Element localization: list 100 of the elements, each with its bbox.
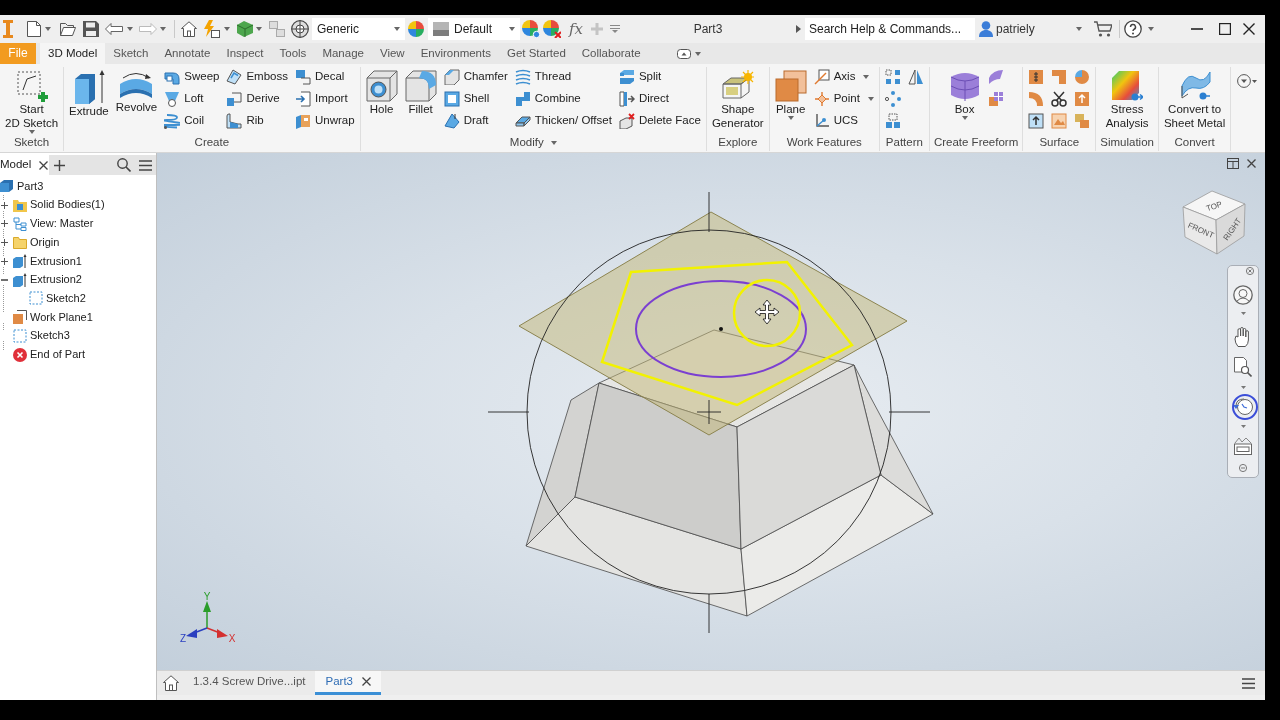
close-icon[interactable] [1247, 159, 1256, 168]
menu-icon[interactable] [1242, 677, 1255, 689]
collapse-icon[interactable] [1, 278, 8, 281]
point-button[interactable]: Point [812, 89, 875, 109]
hole-button[interactable]: Hole [364, 67, 399, 116]
stacked-tiles-icon[interactable] [1074, 113, 1091, 129]
loft-button[interactable]: Loft [163, 89, 221, 109]
caret-icon[interactable] [1240, 312, 1246, 315]
expand-arrow-icon[interactable] [796, 25, 801, 33]
start-sketch-button[interactable]: Start 2D Sketch [4, 67, 60, 134]
thicken-offset-button[interactable]: Thicken/ Offset [513, 111, 613, 131]
decal-button[interactable]: Decal [294, 67, 356, 87]
thread-button[interactable]: Thread [513, 67, 613, 87]
caret-icon[interactable] [1148, 27, 1154, 31]
search-icon[interactable] [117, 158, 131, 172]
panel-toggle-icon[interactable] [676, 48, 691, 59]
mirror-triangles-icon[interactable] [907, 69, 924, 85]
menu-icon[interactable] [139, 159, 152, 171]
derive-button[interactable]: Derive [225, 89, 289, 109]
tree-item[interactable]: Origin [0, 233, 156, 252]
caret-icon[interactable] [45, 27, 51, 31]
caret-icon[interactable] [160, 27, 166, 31]
color-wheel-pin-icon[interactable] [522, 20, 540, 38]
convert-to-sheet-metal-button[interactable]: Convert to Sheet Metal [1162, 67, 1227, 130]
ribbon-tab[interactable]: Tools [271, 43, 315, 64]
coil-button[interactable]: Coil [163, 111, 221, 131]
image-tile-icon[interactable] [1051, 113, 1068, 129]
circle-pattern-icon[interactable] [884, 91, 901, 107]
collapse-icon[interactable] [1239, 464, 1247, 472]
dropdown-circle-icon[interactable] [1237, 74, 1258, 88]
caret-icon[interactable] [1076, 27, 1082, 31]
emboss-button[interactable]: Emboss [225, 67, 289, 87]
ribbon-tab[interactable]: Sketch [105, 43, 157, 64]
tree-item[interactable]: Work Plane1 [0, 307, 156, 327]
document-tab[interactable]: 1.3.4 Screw Drive...ipt [183, 671, 316, 695]
up-arrow-tile-icon[interactable] [1074, 91, 1091, 107]
rib-button[interactable]: Rib [225, 111, 289, 131]
view-cube[interactable] [1182, 190, 1246, 255]
fillet-button[interactable]: Fillet [403, 67, 438, 116]
orbit-icon[interactable] [1233, 397, 1253, 415]
pie-tile-icon[interactable] [1074, 69, 1091, 85]
ribbon-tab[interactable]: Collaborate [573, 43, 649, 64]
extrude-button[interactable]: Extrude [68, 67, 110, 118]
expand-icon[interactable] [1, 238, 8, 246]
shape-generator-button[interactable]: Shape Generator [710, 67, 765, 130]
cart-icon[interactable] [1094, 21, 1112, 37]
material-dropdown[interactable]: Generic [312, 18, 405, 40]
plane-button[interactable]: Plane [773, 67, 808, 120]
direct-button[interactable]: Direct [617, 89, 702, 109]
customize-icon[interactable] [610, 25, 620, 33]
appearance-dropdown[interactable]: Default [428, 18, 520, 40]
split-button[interactable]: Split [617, 67, 702, 87]
search-field[interactable]: Search Help & Commands... [805, 18, 975, 40]
pan-hand-icon[interactable] [1234, 327, 1252, 347]
steering-wheel-icon[interactable] [1233, 285, 1253, 305]
combine-button[interactable]: Combine [513, 89, 613, 109]
split-window-icon[interactable] [1227, 158, 1239, 169]
corner-tile-icon[interactable] [1051, 69, 1068, 85]
tree-item[interactable]: Part3 [0, 177, 156, 196]
close-icon[interactable] [1243, 23, 1255, 35]
tree-item[interactable]: Solid Bodies(1) [0, 195, 156, 215]
scissors-icon[interactable] [1051, 91, 1068, 107]
home-icon[interactable] [163, 675, 179, 691]
tree-item[interactable]: End of Part [0, 345, 156, 364]
ribbon-tab[interactable]: Manage [314, 43, 372, 64]
tree-item[interactable]: View: Master [0, 214, 156, 234]
tree-item[interactable]: Sketch3 [0, 326, 156, 346]
new-file-icon[interactable] [27, 21, 41, 37]
box-button[interactable]: Box [947, 67, 982, 120]
sweep-button[interactable]: Sweep [163, 67, 221, 87]
help-icon[interactable] [1124, 20, 1142, 38]
tree-item[interactable]: Extrusion1 [0, 251, 156, 271]
plus-icon[interactable] [54, 159, 65, 171]
target-icon[interactable] [291, 20, 309, 38]
revolve-button[interactable]: Revolve [114, 67, 159, 114]
box-icon[interactable] [237, 21, 253, 37]
user-name[interactable]: patriely [996, 21, 1072, 37]
ribbon-tab[interactable]: Inspect [218, 43, 272, 64]
ucs-button[interactable]: UCS [812, 111, 875, 131]
save-icon[interactable] [83, 21, 99, 37]
axis-button[interactable]: Axis [812, 67, 875, 87]
user-icon[interactable] [979, 21, 993, 37]
stress-analysis-button[interactable]: Stress Analysis [1104, 67, 1150, 130]
parameters-button[interactable]: fx [569, 21, 583, 37]
framed-window-icon[interactable] [1234, 437, 1252, 455]
ribbon-tab[interactable]: Get Started [498, 43, 574, 64]
ribbon-tab[interactable]: Annotate [156, 43, 219, 64]
caret-icon[interactable] [694, 51, 701, 56]
delete-face-button[interactable]: Delete Face [617, 111, 702, 131]
caret-icon[interactable] [127, 27, 133, 31]
dotted-pattern-icon[interactable] [884, 113, 901, 129]
color-wheel-icon[interactable] [408, 21, 424, 37]
chamfer-button[interactable]: Chamfer [442, 67, 509, 87]
tree-item[interactable]: Extrusion2 [0, 270, 156, 290]
browser-tab[interactable]: Model [0, 155, 49, 175]
caret-icon[interactable] [1240, 425, 1246, 428]
ladder-tile-icon[interactable] [1028, 69, 1045, 85]
import-button[interactable]: Import [294, 89, 356, 109]
caret-icon[interactable] [224, 27, 230, 31]
page-magnifier-icon[interactable] [1234, 357, 1252, 377]
